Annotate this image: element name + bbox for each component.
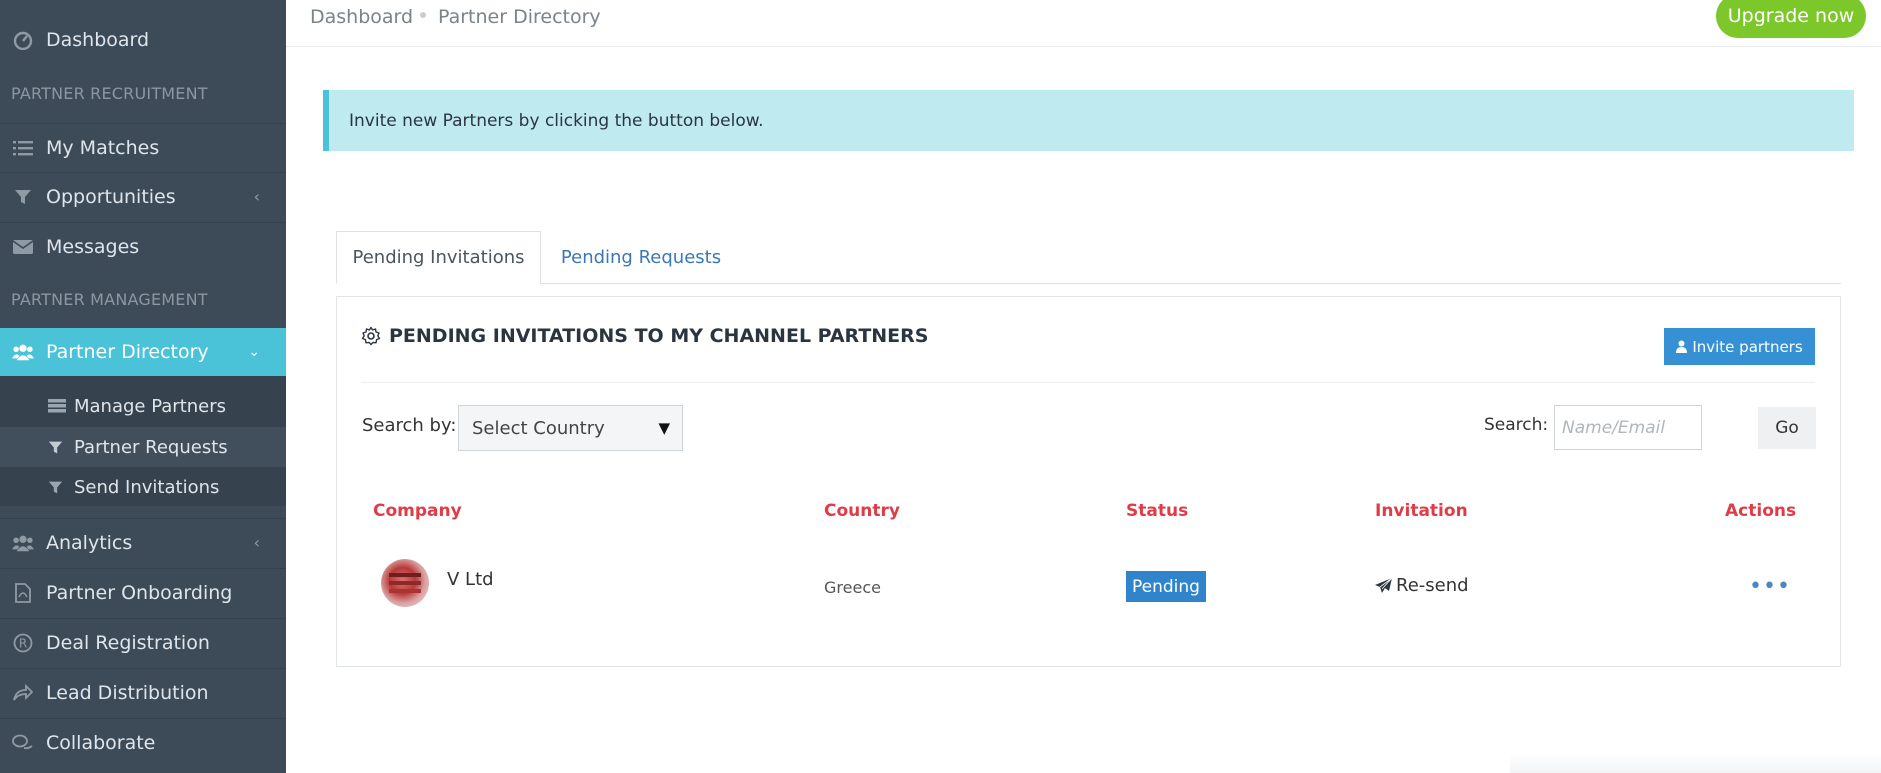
nav-messages[interactable]: Messages — [0, 222, 286, 270]
nav-deal-registration-label: Deal Registration — [46, 631, 210, 654]
nav-analytics[interactable]: Analytics ‹ — [0, 518, 286, 566]
nav-deal-registration[interactable]: R Deal Registration — [0, 618, 286, 666]
bottom-shadow — [1510, 753, 1881, 773]
nav-collaborate[interactable]: Collaborate — [0, 718, 286, 766]
breadcrumb-partner-directory: Partner Directory — [438, 6, 601, 28]
top-bar: Dashboard Partner Directory Upgrade now — [286, 0, 1881, 47]
sub-item-send-invitations[interactable]: Send Invitations — [0, 467, 286, 507]
resend-label: Re-send — [1396, 575, 1469, 596]
nav-collaborate-label: Collaborate — [46, 731, 156, 754]
more-actions-icon[interactable]: ••• — [1749, 576, 1791, 598]
nav-dashboard-label: Dashboard — [46, 29, 150, 51]
sub-item-partner-requests-label: Partner Requests — [74, 436, 228, 458]
sidebar: Dashboard PARTNER RECRUITMENT My Matches… — [0, 0, 286, 773]
gear-icon — [361, 325, 383, 347]
nav-partner-onboarding-label: Partner Onboarding — [46, 581, 233, 604]
column-header-invitation[interactable]: Invitation — [1375, 501, 1468, 521]
section-partner-management: PARTNER MANAGEMENT — [11, 290, 208, 309]
nav-lead-distribution[interactable]: Lead Distribution — [0, 668, 286, 716]
nav-partner-directory[interactable]: Partner Directory ⌄ — [0, 328, 286, 376]
breadcrumb-separator — [420, 12, 426, 18]
nav-messages-label: Messages — [46, 235, 140, 258]
alert-text: Invite new Partners by clicking the butt… — [349, 110, 764, 131]
company-logo — [381, 559, 429, 607]
nav-opportunities[interactable]: Opportunities ‹ — [0, 172, 286, 220]
server-icon — [48, 399, 66, 413]
tab-pending-invitations[interactable]: Pending Invitations — [336, 231, 541, 284]
info-alert: Invite new Partners by clicking the butt… — [323, 90, 1854, 151]
partner-directory-submenu: Manage Partners Partner Requests Send In… — [0, 376, 286, 506]
envelope-icon — [12, 236, 34, 258]
panel-divider — [361, 382, 1815, 383]
dashboard-icon — [12, 29, 34, 51]
filter-icon — [48, 480, 66, 495]
country-select[interactable]: Select Country ▼ — [458, 405, 683, 451]
sub-item-partner-requests[interactable]: Partner Requests — [0, 427, 286, 467]
nav-my-matches-label: My Matches — [46, 136, 160, 159]
search-by-label: Search by: — [362, 415, 457, 436]
chevron-left-icon: ‹ — [253, 187, 260, 206]
breadcrumb-dashboard[interactable]: Dashboard — [310, 6, 413, 28]
list-icon — [12, 137, 34, 159]
search-input[interactable] — [1554, 405, 1702, 450]
paper-plane-icon — [1375, 577, 1392, 594]
nav-analytics-label: Analytics — [46, 531, 133, 554]
invite-partners-label: Invite partners — [1692, 337, 1803, 356]
nav-partner-directory-label: Partner Directory — [46, 341, 209, 363]
country-select-value: Select Country — [472, 417, 605, 439]
users-icon — [12, 341, 34, 363]
nav-opportunities-label: Opportunities — [46, 185, 176, 208]
panel-title-text: PENDING INVITATIONS TO MY CHANNEL PARTNE… — [389, 325, 929, 347]
column-header-actions: Actions — [1725, 501, 1797, 521]
share-icon — [12, 682, 34, 704]
user-icon — [1676, 340, 1688, 353]
nav-lead-distribution-label: Lead Distribution — [46, 681, 209, 704]
svg-text:R: R — [19, 636, 27, 650]
nav-partner-onboarding[interactable]: Partner Onboarding — [0, 568, 286, 616]
users-icon — [12, 532, 34, 554]
company-name[interactable]: V Ltd — [447, 569, 494, 590]
tab-pending-requests[interactable]: Pending Requests — [546, 231, 736, 284]
panel-title: PENDING INVITATIONS TO MY CHANNEL PARTNE… — [361, 325, 928, 347]
filter-icon — [48, 440, 66, 455]
section-partner-recruitment: PARTNER RECRUITMENT — [11, 84, 208, 103]
registered-icon: R — [12, 632, 34, 654]
sub-item-manage-partners-label: Manage Partners — [74, 395, 227, 417]
status-badge: Pending — [1126, 571, 1206, 602]
comments-icon — [12, 732, 34, 754]
pdf-file-icon — [12, 582, 34, 604]
go-button[interactable]: Go — [1758, 407, 1816, 449]
column-header-status[interactable]: Status — [1126, 501, 1188, 521]
sub-item-send-invitations-label: Send Invitations — [74, 476, 220, 498]
search-label: Search: — [1484, 415, 1549, 435]
filter-icon — [12, 186, 34, 208]
pending-invitations-panel: PENDING INVITATIONS TO MY CHANNEL PARTNE… — [336, 296, 1841, 667]
company-cell: V Ltd — [381, 559, 494, 607]
invite-partners-button[interactable]: Invite partners — [1664, 328, 1815, 365]
column-header-country[interactable]: Country — [824, 501, 900, 521]
chevron-left-icon: ‹ — [253, 533, 260, 552]
country-cell: Greece — [824, 578, 881, 597]
chevron-down-icon: ⌄ — [248, 344, 260, 360]
upgrade-now-button[interactable]: Upgrade now — [1716, 0, 1866, 38]
resend-link[interactable]: Re-send — [1375, 575, 1469, 596]
caret-down-icon: ▼ — [658, 419, 670, 437]
sub-item-manage-partners[interactable]: Manage Partners — [0, 386, 286, 426]
nav-my-matches[interactable]: My Matches — [0, 123, 286, 171]
nav-dashboard[interactable]: Dashboard — [0, 16, 286, 64]
column-header-company[interactable]: Company — [373, 501, 462, 521]
